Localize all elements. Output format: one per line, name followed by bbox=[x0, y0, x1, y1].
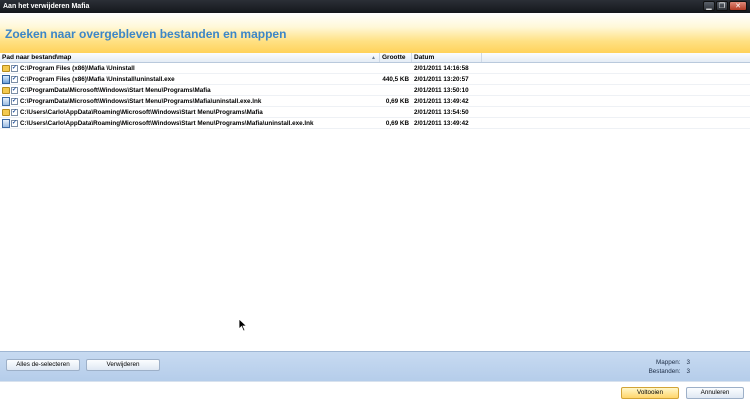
leftover-files-table: Pad naar bestand\map ▲ Grootte Datum ✓ C:… bbox=[0, 53, 750, 351]
path-cell: ✓ C:\Users\Carlo\AppData\Roaming\Microsof… bbox=[0, 118, 380, 128]
files-count-label: Bestanden: bbox=[648, 368, 681, 375]
row-checkbox[interactable]: ✓ bbox=[11, 108, 18, 116]
path-cell: ✓ C:\ProgramData\Microsoft\Windows\Start … bbox=[0, 96, 380, 106]
table-row[interactable]: ✓ C:\ProgramData\Microsoft\Windows\Start … bbox=[0, 96, 750, 107]
folder-icon bbox=[2, 108, 10, 116]
files-count-value: 3 bbox=[686, 368, 690, 375]
column-header-date[interactable]: Datum bbox=[412, 53, 482, 62]
path-cell: ✓ C:\ProgramData\Microsoft\Windows\Start … bbox=[0, 86, 380, 94]
table-row[interactable]: ✓ C:\Program Files (x86)\Mafia \Uninstall… bbox=[0, 74, 750, 85]
path-text: C:\ProgramData\Microsoft\Windows\Start M… bbox=[20, 97, 262, 105]
path-text: C:\Users\Carlo\AppData\Roaming\Microsoft… bbox=[20, 119, 314, 127]
row-checkbox[interactable]: ✓ bbox=[11, 97, 18, 105]
table-row[interactable]: ✓ C:\Program Files (x86)\Mafia \Uninstall… bbox=[0, 63, 750, 74]
path-cell: ✓ C:\Program Files (x86)\Mafia \Uninstall bbox=[0, 64, 380, 72]
summary-stats: Mappen: 3 Bestanden: 3 bbox=[634, 358, 690, 376]
date-cell: 2/01/2011 13:20:57 bbox=[414, 75, 469, 83]
footer-bar: Voltooien Annuleren bbox=[0, 381, 750, 405]
path-text: C:\Users\Carlo\AppData\Roaming\Microsoft… bbox=[20, 108, 263, 116]
table-row[interactable]: ✓ C:\Users\Carlo\AppData\Roaming\Microsof… bbox=[0, 118, 750, 129]
remove-button[interactable]: Verwijderen bbox=[86, 359, 160, 371]
path-text: C:\ProgramData\Microsoft\Windows\Start M… bbox=[20, 86, 211, 94]
window-controls: ▁ ❐ ✕ bbox=[703, 1, 747, 11]
column-header-filler bbox=[482, 53, 750, 62]
folders-count-label: Mappen: bbox=[655, 359, 681, 366]
exe-icon bbox=[2, 74, 10, 84]
bottom-panel: Alles de-selecteren Verwijderen Mappen: … bbox=[0, 351, 750, 381]
date-cell: 2/01/2011 13:49:42 bbox=[414, 97, 469, 105]
shortcut-icon bbox=[2, 118, 10, 128]
window-title: Aan het verwijderen Mafia bbox=[3, 3, 90, 10]
column-header-path[interactable]: Pad naar bestand\map ▲ bbox=[0, 53, 380, 62]
close-button[interactable]: ✕ bbox=[729, 1, 747, 11]
row-checkbox[interactable]: ✓ bbox=[11, 86, 18, 94]
path-text: C:\Program Files (x86)\Mafia \Uninstall\… bbox=[20, 75, 175, 83]
size-cell: 440,5 KB bbox=[382, 75, 409, 83]
maximize-button[interactable]: ❐ bbox=[716, 1, 728, 11]
table-row[interactable]: ✓ C:\ProgramData\Microsoft\Windows\Start … bbox=[0, 85, 750, 96]
folders-count-value: 3 bbox=[686, 359, 690, 366]
deselect-all-button[interactable]: Alles de-selecteren bbox=[6, 359, 80, 371]
column-header-path-label: Pad naar bestand\map bbox=[2, 54, 72, 61]
date-cell: 2/01/2011 13:50:10 bbox=[414, 86, 469, 94]
row-checkbox[interactable]: ✓ bbox=[11, 119, 18, 127]
table-body: ✓ C:\Program Files (x86)\Mafia \Uninstall… bbox=[0, 63, 750, 129]
column-header-size[interactable]: Grootte bbox=[380, 53, 412, 62]
path-text: C:\Program Files (x86)\Mafia \Uninstall bbox=[20, 64, 135, 72]
row-checkbox[interactable]: ✓ bbox=[11, 64, 18, 72]
table-row[interactable]: ✓ C:\Users\Carlo\AppData\Roaming\Microsof… bbox=[0, 107, 750, 118]
path-cell: ✓ C:\Users\Carlo\AppData\Roaming\Microsof… bbox=[0, 108, 380, 116]
mouse-cursor-icon bbox=[238, 318, 248, 332]
path-cell: ✓ C:\Program Files (x86)\Mafia \Uninstall… bbox=[0, 74, 380, 84]
folder-icon bbox=[2, 64, 10, 72]
date-cell: 2/01/2011 14:16:58 bbox=[414, 64, 469, 72]
date-cell: 2/01/2011 13:54:50 bbox=[414, 108, 469, 116]
row-checkbox[interactable]: ✓ bbox=[11, 75, 18, 83]
date-cell: 2/01/2011 13:49:42 bbox=[414, 119, 469, 127]
table-header: Pad naar bestand\map ▲ Grootte Datum bbox=[0, 53, 750, 63]
minimize-button[interactable]: ▁ bbox=[703, 1, 715, 11]
sort-ascending-icon: ▲ bbox=[371, 55, 376, 61]
size-cell: 0,69 KB bbox=[385, 119, 409, 127]
header-banner: Zoeken naar overgebleven bestanden en ma… bbox=[0, 13, 750, 53]
finish-button[interactable]: Voltooien bbox=[621, 387, 679, 399]
page-title: Zoeken naar overgebleven bestanden en ma… bbox=[5, 27, 287, 41]
cancel-button[interactable]: Annuleren bbox=[686, 387, 744, 399]
size-cell: 0,69 KB bbox=[385, 97, 409, 105]
title-bar: Aan het verwijderen Mafia ▁ ❐ ✕ bbox=[0, 0, 750, 13]
shortcut-icon bbox=[2, 96, 10, 106]
folder-icon bbox=[2, 86, 10, 94]
